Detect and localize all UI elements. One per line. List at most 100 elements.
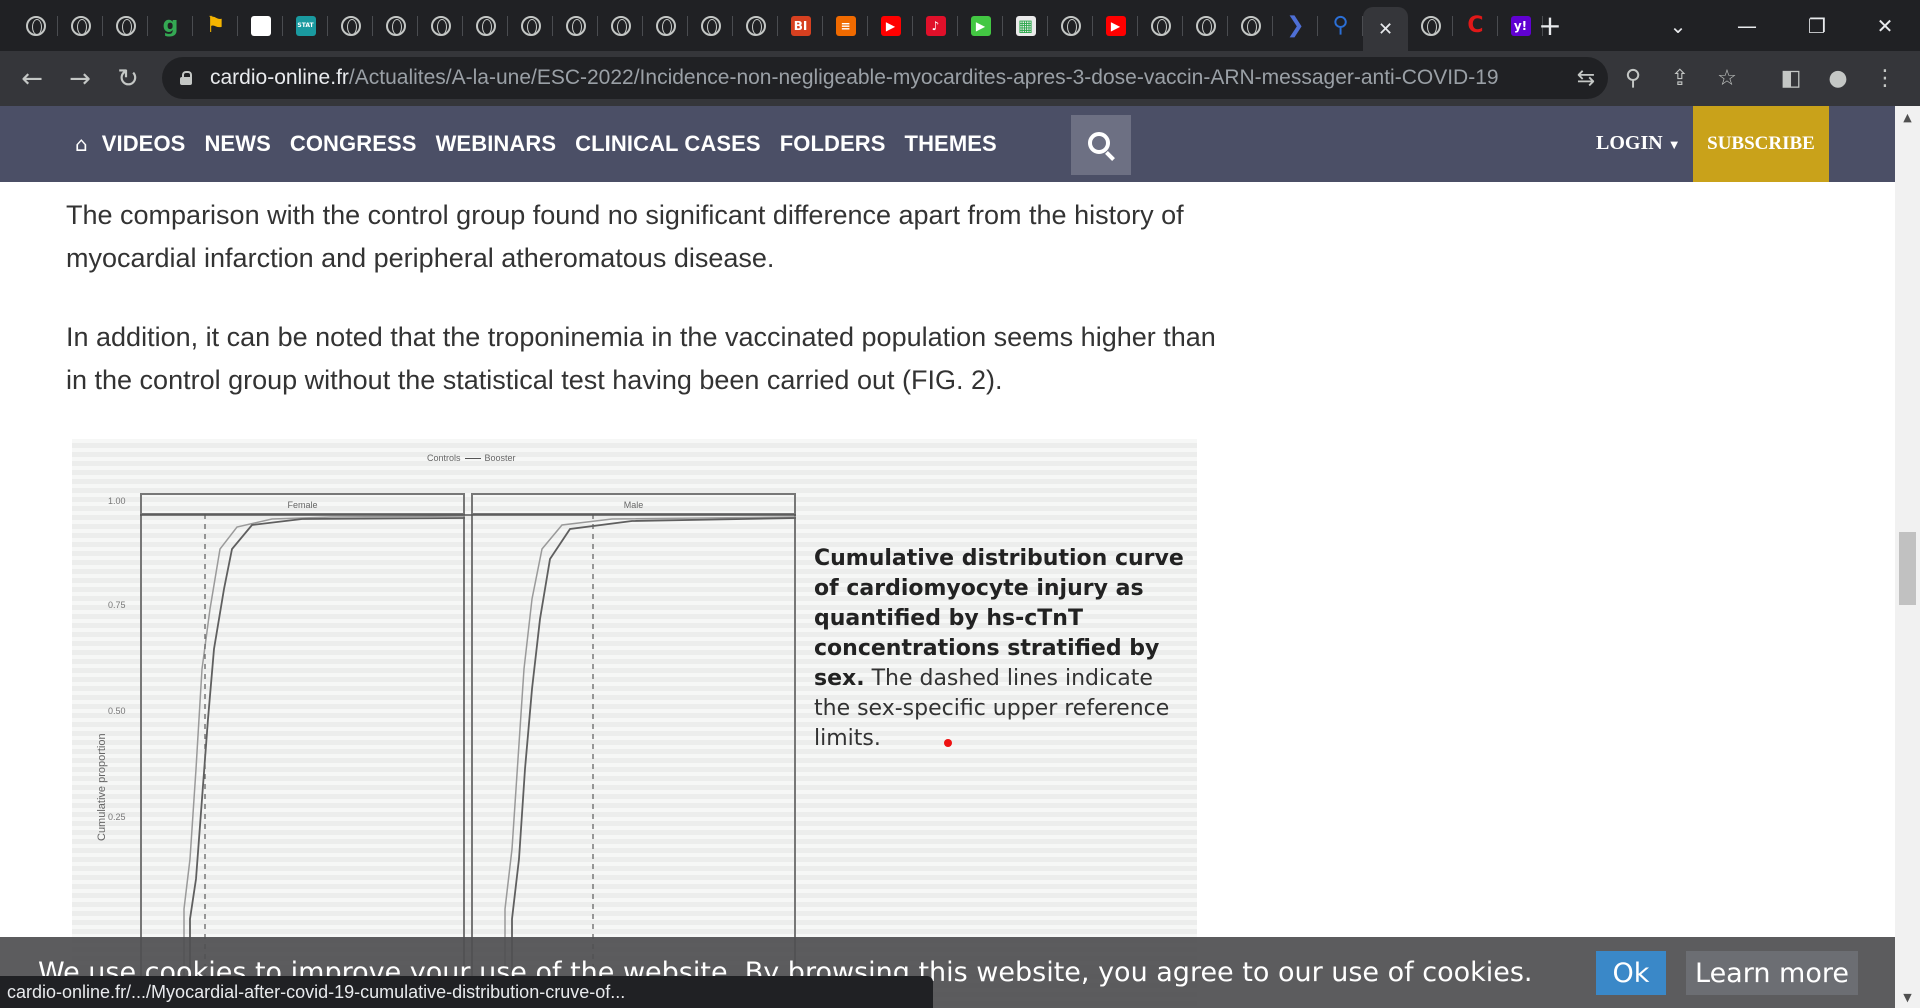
tab-search-chevron-icon[interactable]: ⌄ — [1648, 0, 1708, 51]
nav-videos[interactable]: VIDEOS — [102, 131, 186, 157]
browser-tab[interactable] — [373, 0, 418, 51]
translate-icon[interactable]: ⇆ — [1565, 57, 1607, 99]
restore-button[interactable]: ❐ — [1787, 0, 1847, 51]
white-square-icon — [250, 15, 271, 36]
cdf-curves — [140, 514, 797, 1008]
caption-normal: The dashed lines indicate the sex-specif… — [814, 666, 1170, 751]
browser-tab[interactable] — [598, 0, 643, 51]
figure-caption: Cumulative distribution curve of cardiom… — [814, 544, 1194, 754]
browser-tab[interactable] — [1408, 0, 1453, 51]
globe-icon — [520, 15, 541, 36]
y-tick-label: 0.50 — [108, 706, 126, 716]
browser-tab[interactable]: ❯ — [1273, 0, 1318, 51]
browser-tab[interactable]: ✕ — [1363, 7, 1408, 51]
bookmark-icon: ≡ — [835, 15, 856, 36]
globe-icon — [1240, 15, 1261, 36]
browser-tab[interactable] — [1138, 0, 1183, 51]
y-tick-label: 0.75 — [108, 600, 126, 610]
browser-tab[interactable]: ▶ — [868, 0, 913, 51]
browser-tab[interactable] — [13, 0, 58, 51]
browser-tab[interactable] — [733, 0, 778, 51]
cookie-learn-more-button[interactable]: Learn more — [1686, 951, 1858, 995]
y-tick-label: 0.25 — [108, 812, 126, 822]
browser-tab[interactable] — [238, 0, 283, 51]
reload-button[interactable]: ↻ — [106, 57, 150, 101]
side-panel-icon[interactable]: ◧ — [1770, 57, 1812, 99]
browser-tab[interactable]: STAT — [283, 0, 328, 51]
login-menu[interactable]: LOGIN ▼ — [1596, 132, 1681, 155]
nav-webinars[interactable]: WEBINARS — [436, 131, 557, 157]
new-tab-button[interactable]: + — [1530, 0, 1570, 51]
url-host: cardio-online.fr — [210, 66, 349, 89]
nav-folders[interactable]: FOLDERS — [780, 131, 886, 157]
menu-icon[interactable]: ⋮ — [1864, 57, 1906, 99]
globe-icon — [340, 15, 361, 36]
browser-tab[interactable] — [508, 0, 553, 51]
g-icon: g — [162, 13, 179, 38]
browser-tab[interactable]: ⚑ — [193, 0, 238, 51]
youtube-icon: ▶ — [1105, 15, 1126, 36]
browser-tab[interactable]: ▶ — [1093, 0, 1138, 51]
site-search-button[interactable] — [1071, 115, 1131, 175]
browser-tab[interactable] — [103, 0, 148, 51]
globe-icon — [1195, 15, 1216, 36]
article-paragraph: The comparison with the control group fo… — [66, 200, 1184, 273]
scroll-thumb[interactable] — [1899, 532, 1916, 605]
search-icon: ⚲ — [1332, 13, 1349, 38]
browser-tab[interactable]: C — [1453, 0, 1498, 51]
nav-congress[interactable]: CONGRESS — [290, 131, 417, 157]
globe-icon — [565, 15, 586, 36]
browser-tab[interactable] — [1048, 0, 1093, 51]
browser-tab[interactable]: ▦ — [1003, 0, 1048, 51]
zoom-icon[interactable]: ⚲ — [1612, 57, 1654, 99]
nav-clinical-cases[interactable]: CLINICAL CASES — [575, 131, 761, 157]
c-icon: C — [1467, 13, 1484, 38]
forward-button[interactable]: → — [58, 57, 102, 101]
female-controls-curve — [183, 515, 466, 1008]
female-booster-curve — [189, 517, 466, 1008]
male-controls-curve — [504, 516, 797, 1008]
cookie-ok-button[interactable]: Ok — [1596, 951, 1666, 995]
browser-tab[interactable] — [328, 0, 373, 51]
scroll-down-arrow-icon[interactable]: ▼ — [1895, 986, 1920, 1008]
browser-tab[interactable] — [463, 0, 508, 51]
close-icon[interactable]: ✕ — [1376, 19, 1396, 40]
address-bar[interactable]: cardio-online.fr/Actualites/A-la-une/ESC… — [162, 57, 1608, 99]
browser-tab[interactable] — [1228, 0, 1273, 51]
bookmark-star-icon[interactable]: ☆ — [1706, 57, 1748, 99]
browser-tab[interactable]: BI — [778, 0, 823, 51]
login-label: LOGIN — [1596, 132, 1663, 154]
browser-tab[interactable] — [553, 0, 598, 51]
home-icon[interactable]: ⌂ — [75, 132, 88, 156]
profile-icon[interactable]: ● — [1817, 57, 1859, 99]
globe-icon — [1060, 15, 1081, 36]
browser-tab[interactable]: ♪ — [913, 0, 958, 51]
browser-tab[interactable]: ≡ — [823, 0, 868, 51]
browser-tab[interactable] — [643, 0, 688, 51]
browser-tab[interactable]: g — [148, 0, 193, 51]
caret-down-icon: ▼ — [1667, 137, 1681, 152]
share-icon[interactable]: ⇪ — [1659, 57, 1701, 99]
subscribe-button[interactable]: SUBSCRIBE — [1693, 106, 1829, 182]
browser-tab[interactable] — [418, 0, 463, 51]
browser-tab[interactable]: ▶ — [958, 0, 1003, 51]
browser-tab[interactable] — [58, 0, 103, 51]
browser-tab[interactable]: ⚲ — [1318, 0, 1363, 51]
close-window-button[interactable]: ✕ — [1855, 0, 1915, 51]
scroll-up-arrow-icon[interactable]: ▲ — [1895, 106, 1920, 128]
browser-tab[interactable] — [1183, 0, 1228, 51]
article-figure[interactable]: Controls Booster Female Male 1.00 0.75 0.… — [72, 439, 1197, 1008]
minimize-button[interactable]: — — [1717, 0, 1777, 51]
nav-news[interactable]: NEWS — [204, 131, 270, 157]
back-button[interactable]: ← — [10, 57, 54, 101]
browser-toolbar: ← → ↻ cardio-online.fr/Actualites/A-la-u… — [0, 51, 1920, 106]
globe-icon — [115, 15, 136, 36]
male-booster-curve — [511, 517, 797, 1008]
nav-themes[interactable]: THEMES — [905, 131, 997, 157]
page-scrollbar[interactable]: ▲ ▼ — [1895, 106, 1920, 1008]
article-paragraph: In addition, it can be noted that the tr… — [66, 322, 1216, 395]
url-text: cardio-online.fr/Actualites/A-la-une/ESC… — [210, 66, 1499, 90]
browser-tab[interactable] — [688, 0, 733, 51]
youtube-icon: ▶ — [880, 15, 901, 36]
link-status-bar: cardio-online.fr/.../Myocardial-after-co… — [0, 976, 933, 1008]
